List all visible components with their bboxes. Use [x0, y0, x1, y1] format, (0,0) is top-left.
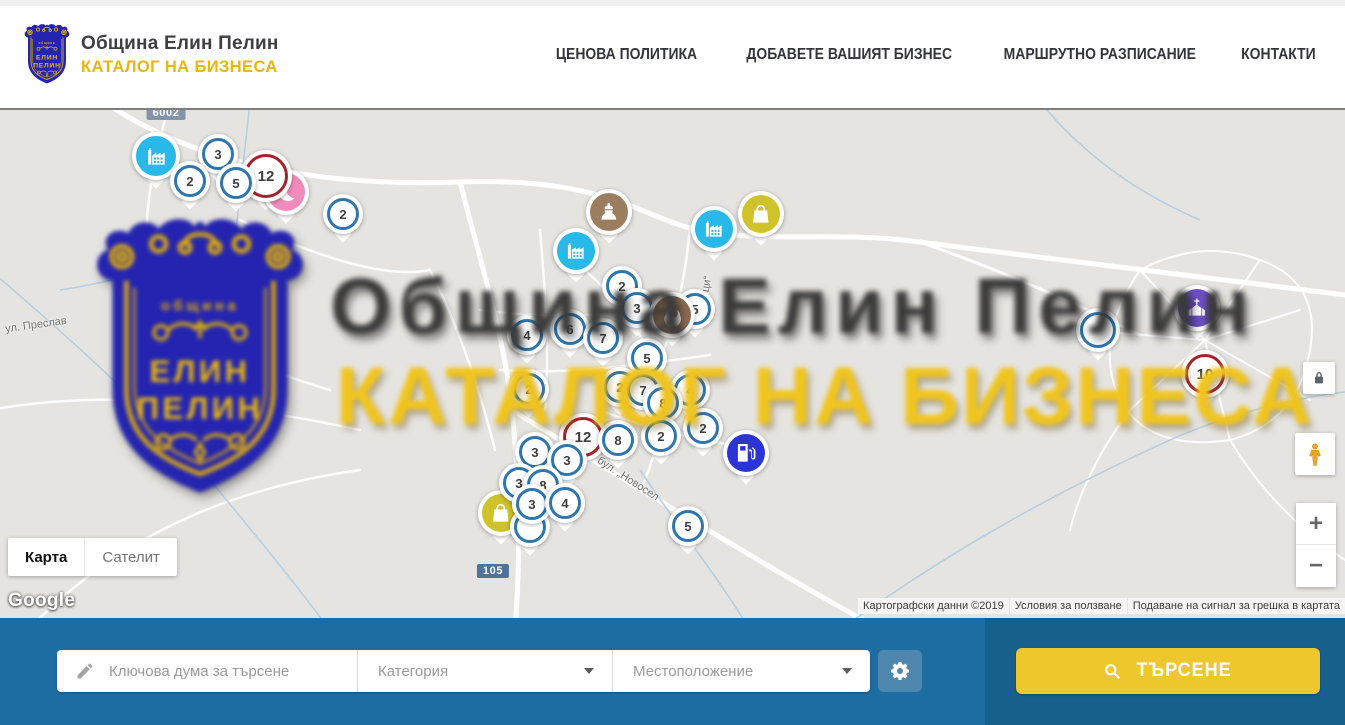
svg-text:ЕЛИН: ЕЛИН [36, 55, 58, 62]
search-icon [1102, 661, 1122, 681]
cluster-marker[interactable]: 2 [641, 416, 681, 456]
map-canvas[interactable]: 6002105ул. Преславбул. „Новоселци“ 31225… [0, 110, 1345, 618]
markers-layer: 31225223546752274821282333834510 [0, 110, 1345, 618]
gear-icon [890, 661, 910, 681]
chevron-down-icon [584, 668, 594, 674]
bag-icon [742, 195, 780, 233]
search-bar: Категория Местоположение ТЪРСЕНЕ [0, 618, 1345, 725]
cluster-marker[interactable]: 5 [216, 163, 256, 203]
cluster-marker[interactable]: 2 [509, 369, 549, 409]
advanced-search-button[interactable] [878, 650, 922, 692]
cluster-marker[interactable]: 2 [323, 194, 363, 234]
church-pin[interactable] [1174, 285, 1220, 331]
nav-item-contacts[interactable]: КОНТАКТИ [1241, 46, 1316, 64]
page: община ЕЛИН ПЕЛИН Община Елин Пелин КАТА… [0, 0, 1345, 725]
cluster-count: 2 [645, 420, 677, 452]
brand-subtitle: КАТАЛОГ НА БИЗНЕСА [81, 58, 279, 77]
cluster-count: 3 [621, 292, 653, 324]
cluster-count: 5 [220, 167, 252, 199]
cluster-count: 2 [687, 412, 719, 444]
cluster-count: 2 [327, 198, 359, 230]
brand-title: Община Елин Пелин [81, 33, 279, 55]
factory-icon [557, 232, 595, 270]
factory-pin[interactable] [553, 228, 599, 274]
cluster-count: 10 [1185, 354, 1225, 394]
cluster-count: 3 [516, 488, 548, 520]
zoom-controls: + − [1296, 503, 1336, 587]
lock-control[interactable] [1303, 362, 1335, 394]
gas-station-pin[interactable] [723, 430, 769, 476]
map-attribution: Картографски данни ©2019Условия за ползв… [858, 598, 1345, 614]
cluster-marker[interactable]: 8 [598, 420, 638, 460]
header: община ЕЛИН ПЕЛИН Община Елин Пелин КАТА… [0, 0, 1345, 110]
location-select-label: Местоположение [613, 663, 753, 680]
top-strip [0, 0, 1345, 6]
search-fields: Категория Местоположение [57, 650, 870, 692]
keyword-input[interactable] [57, 650, 357, 692]
map-type-satellite-button[interactable]: Сателит [84, 538, 177, 576]
cluster-marker[interactable]: 4 [545, 483, 585, 523]
zoom-in-button[interactable]: + [1296, 503, 1336, 545]
zoom-out-button[interactable]: − [1296, 545, 1336, 587]
cluster-marker[interactable] [1076, 308, 1120, 352]
google-logo[interactable]: Google [8, 590, 75, 612]
cluster-count: 8 [647, 387, 679, 419]
attribution-report-error[interactable]: Подаване на сигнал за грешка в картата [1128, 598, 1345, 614]
main-nav: ЦЕНОВА ПОЛИТИКА ДОБАВЕТЕ ВАШИЯТ БИЗНЕС МАР… [548, 0, 1320, 110]
worker-icon [590, 193, 628, 231]
cluster-marker[interactable]: 2 [170, 161, 210, 201]
cluster-count: 6 [554, 313, 586, 345]
cluster-marker[interactable]: 7 [583, 318, 623, 358]
cluster-marker[interactable]: 5 [668, 506, 708, 546]
nav-item-route-schedule[interactable]: МАРШРУТНО РАЗПИСАНИЕ [1004, 46, 1196, 64]
nav-item-add-business[interactable]: ДОБАВЕТЕ ВАШИЯТ БИЗНЕС [746, 46, 952, 64]
svg-text:ПЕЛИН: ПЕЛИН [33, 63, 61, 70]
search-button-label: ТЪРСЕНЕ [1136, 660, 1231, 682]
category-select[interactable]: Категория [357, 650, 612, 692]
restaurant-pin[interactable] [649, 292, 695, 338]
brand-text: Община Елин Пелин КАТАЛОГ НА БИЗНЕСА [81, 24, 279, 85]
church-icon [1178, 289, 1216, 327]
flame-icon [653, 296, 691, 334]
chevron-down-icon [842, 668, 852, 674]
nav-item-pricing[interactable]: ЦЕНОВА ПОЛИТИКА [556, 46, 697, 64]
category-select-label: Категория [358, 663, 448, 680]
lock-icon [1311, 370, 1327, 386]
cluster-count: 4 [511, 319, 543, 351]
pegman-icon [1303, 441, 1327, 467]
cluster-count: 8 [602, 424, 634, 456]
cluster-count: 2 [513, 373, 545, 405]
shopping-pin[interactable] [738, 191, 784, 237]
map-type-switcher: КартаСателит [8, 538, 177, 576]
attribution-map-data: Картографски данни ©2019 [858, 598, 1009, 614]
cluster-count [1080, 312, 1116, 348]
map-type-map-button[interactable]: Карта [8, 538, 84, 576]
factory-icon [136, 136, 176, 176]
cluster-count: 5 [672, 510, 704, 542]
svg-text:община: община [38, 41, 55, 45]
factory-pin[interactable] [691, 206, 737, 252]
cluster-marker[interactable]: 4 [507, 315, 547, 355]
construction-pin[interactable] [586, 189, 632, 235]
keyword-field[interactable] [57, 650, 357, 692]
search-button[interactable]: ТЪРСЕНЕ [1016, 648, 1320, 694]
cluster-marker[interactable]: 10 [1181, 350, 1229, 398]
cluster-marker[interactable]: 2 [683, 408, 723, 448]
cluster-count: 4 [549, 487, 581, 519]
attribution-terms[interactable]: Условия за ползване [1010, 598, 1127, 614]
cluster-count: 5 [631, 342, 663, 374]
factory-icon [695, 210, 733, 248]
location-select[interactable]: Местоположение [612, 650, 870, 692]
street-view-pegman[interactable] [1295, 433, 1335, 475]
pencil-icon [75, 661, 95, 681]
brand[interactable]: община ЕЛИН ПЕЛИН Община Елин Пелин КАТА… [22, 24, 279, 85]
cluster-count: 2 [174, 165, 206, 197]
municipality-logo-icon: община ЕЛИН ПЕЛИН [22, 24, 72, 85]
fuel-icon [727, 434, 765, 472]
cluster-count: 7 [587, 322, 619, 354]
